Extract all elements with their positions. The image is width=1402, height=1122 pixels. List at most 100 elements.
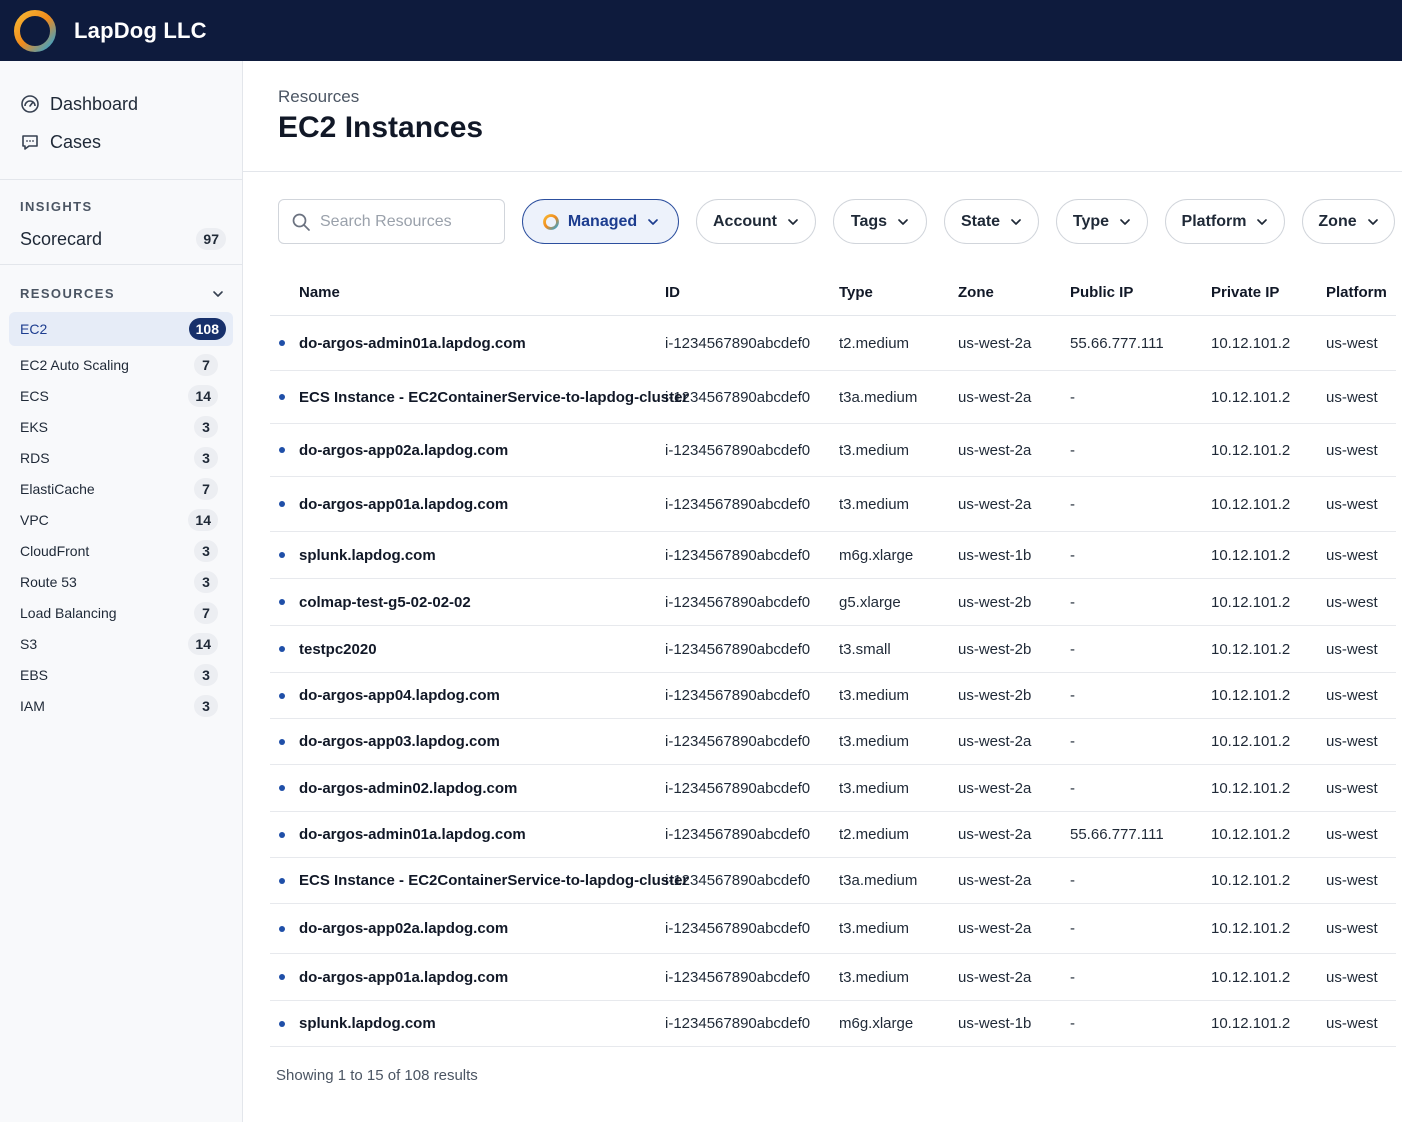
table-row[interactable]: colmap-test-g5-02-02-02 i-1234567890abcde… [270,579,1396,626]
nav-cases[interactable]: Cases [0,123,242,161]
account-filter[interactable]: Account [696,199,816,244]
lapdog-logo-icon[interactable] [13,9,57,53]
column-header-private-ip[interactable]: Private IP [1211,284,1326,301]
count-badge: 3 [194,663,218,686]
sidebar-item-rds[interactable]: RDS 3 [0,442,234,473]
table-row[interactable]: do-argos-admin01a.lapdog.com i-1234567890… [270,316,1396,371]
sidebar-item-label: EC2 Auto Scaling [20,356,129,373]
cell-name: do-argos-admin01a.lapdog.com [270,826,665,843]
state-filter[interactable]: State [944,199,1039,244]
instance-name-link[interactable]: do-argos-app03.lapdog.com [299,733,500,750]
cell-name: do-argos-app01a.lapdog.com [270,496,665,513]
status-dot-icon [279,877,285,884]
table-row[interactable]: do-argos-admin01a.lapdog.com i-1234567890… [270,812,1396,858]
sidebar-item-iam[interactable]: IAM 3 [0,690,234,721]
table-row[interactable]: do-argos-admin02.lapdog.com i-1234567890a… [270,765,1396,812]
resources-header[interactable]: RESOURCES [0,286,242,301]
cell-name: do-argos-app04.lapdog.com [270,687,665,704]
table-row[interactable]: do-argos-app04.lapdog.com i-1234567890abc… [270,673,1396,719]
instance-name-link[interactable]: do-argos-app02a.lapdog.com [299,920,508,937]
cell-type: g5.xlarge [839,593,901,611]
sidebar-item-s3[interactable]: S3 14 [0,628,234,659]
instance-name-link[interactable]: do-argos-admin01a.lapdog.com [299,826,526,843]
scorecard-label: Scorecard [20,228,103,249]
table-row[interactable]: do-argos-app02a.lapdog.com i-1234567890ab… [270,424,1396,477]
cell-private-ip: 10.12.101.2 [1211,733,1291,750]
cell-private-ip: 10.12.101.2 [1211,1015,1291,1032]
instance-name-link[interactable]: splunk.lapdog.com [299,547,436,564]
instance-name-link[interactable]: do-argos-app01a.lapdog.com [299,496,508,513]
table-row[interactable]: do-argos-app03.lapdog.com i-1234567890abc… [270,719,1396,765]
cell-zone: us-west-2a [958,495,1032,513]
cell-type: t3.medium [839,733,910,750]
cell-public-ip: - [1070,733,1075,750]
search-box[interactable] [278,199,505,244]
sidebar-item-eks[interactable]: EKS 3 [0,411,234,442]
column-header-zone[interactable]: Zone [958,284,1070,301]
instance-name-link[interactable]: ECS Instance - EC2ContainerService-to-la… [299,872,688,889]
status-dot-icon [279,646,285,652]
cell-private-ip: 10.12.101.2 [1211,334,1291,352]
sidebar-item-elasticache[interactable]: ElastiCache 7 [0,473,234,504]
table-row[interactable]: do-argos-app01a.lapdog.com i-1234567890ab… [270,954,1396,1001]
platform-filter[interactable]: Platform [1165,199,1285,244]
cell-private-ip: 10.12.101.2 [1211,687,1291,704]
instance-name-link[interactable]: do-argos-admin02.lapdog.com [299,780,517,797]
breadcrumb[interactable]: Resources [278,87,1402,107]
sidebar-item-cloudfront[interactable]: CloudFront 3 [0,535,234,566]
cell-zone: us-west-2a [958,920,1032,937]
status-dot-icon [279,340,285,346]
table-row[interactable]: do-argos-app01a.lapdog.com i-1234567890ab… [270,477,1396,532]
managed-filter-label: Managed [567,212,638,230]
chat-icon [22,135,38,150]
managed-filter[interactable]: Managed [522,199,679,244]
sidebar-item-ec2[interactable]: EC2 108 [9,312,233,346]
column-header-public-ip[interactable]: Public IP [1070,284,1211,301]
zone-filter[interactable]: Zone [1302,199,1395,244]
cell-platform: us-west [1326,779,1378,797]
instance-name-link[interactable]: do-argos-admin01a.lapdog.com [299,335,526,352]
table-row[interactable]: ECS Instance - EC2ContainerService-to-la… [270,371,1396,424]
instance-name-link[interactable]: do-argos-app02a.lapdog.com [299,442,508,459]
sidebar-item-route-53[interactable]: Route 53 3 [0,566,234,597]
cell-name: do-argos-app02a.lapdog.com [270,920,665,937]
instance-name-link[interactable]: do-argos-app01a.lapdog.com [299,969,508,986]
instance-name-link[interactable]: ECS Instance - EC2ContainerService-to-la… [299,389,688,406]
cell-type: t3.small [839,640,891,658]
sidebar-item-load-balancing[interactable]: Load Balancing 7 [0,597,234,628]
table-row[interactable]: do-argos-app02a.lapdog.com i-1234567890ab… [270,904,1396,954]
cell-platform: us-west [1326,334,1378,352]
instance-name-link[interactable]: testpc2020 [299,641,377,658]
cell-id: i-1234567890abcdef0 [665,441,811,459]
table-row[interactable]: splunk.lapdog.com i-1234567890abcdef0 m6g.… [270,532,1396,579]
search-input[interactable] [320,212,500,231]
table-row[interactable]: splunk.lapdog.com i-1234567890abcdef0 m6g.… [270,1001,1396,1047]
column-header-type[interactable]: Type [839,284,958,301]
table-row[interactable]: ECS Instance - EC2ContainerService-to-la… [270,858,1396,904]
instance-name-link[interactable]: splunk.lapdog.com [299,1015,436,1032]
cell-private-ip: 10.12.101.2 [1211,441,1291,459]
insights-title: INSIGHTS [20,199,93,214]
sidebar-item-scorecard[interactable]: Scorecard 97 [0,214,242,250]
search-icon [292,213,310,231]
cell-public-ip: - [1070,593,1075,611]
filter-bar: Managed Account Tags State Type Platform… [278,199,1395,244]
sidebar-item-ec2-auto-scaling[interactable]: EC2 Auto Scaling 7 [0,349,234,380]
cell-zone: us-west-2a [958,779,1032,797]
cell-public-ip: - [1070,640,1075,658]
instance-name-link[interactable]: colmap-test-g5-02-02-02 [299,594,471,611]
column-header-id[interactable]: ID [665,284,839,301]
column-header-name[interactable]: Name [270,284,665,301]
sidebar-item-ecs[interactable]: ECS 14 [0,380,234,411]
column-header-platform[interactable]: Platform [1326,284,1396,301]
cell-private-ip: 10.12.101.2 [1211,546,1291,564]
chevron-down-icon[interactable] [212,288,224,300]
instance-name-link[interactable]: do-argos-app04.lapdog.com [299,687,500,704]
type-filter[interactable]: Type [1056,199,1148,244]
sidebar-item-ebs[interactable]: EBS 3 [0,659,234,690]
sidebar-item-vpc[interactable]: VPC 14 [0,504,234,535]
nav-dashboard[interactable]: Dashboard [0,85,242,123]
cell-public-ip: - [1070,441,1075,459]
table-row[interactable]: testpc2020 i-1234567890abcdef0 t3.small us-… [270,626,1396,673]
tags-filter[interactable]: Tags [833,199,927,244]
